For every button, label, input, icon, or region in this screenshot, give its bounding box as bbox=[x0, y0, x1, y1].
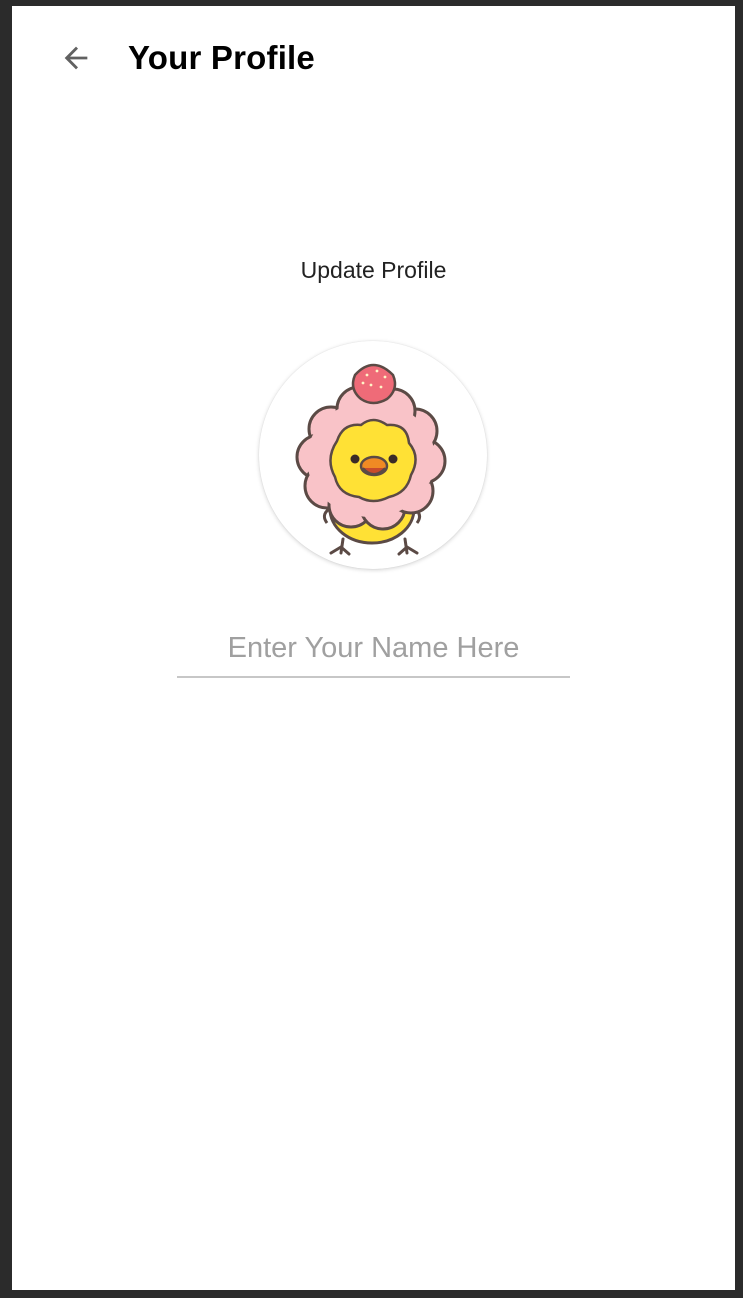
name-input[interactable] bbox=[177, 620, 570, 678]
back-button[interactable] bbox=[52, 34, 100, 82]
page-title: Your Profile bbox=[128, 39, 315, 76]
chick-strawberry-avatar-icon bbox=[295, 363, 447, 556]
app-bar: Your Profile bbox=[12, 6, 735, 106]
avatar[interactable] bbox=[259, 341, 487, 569]
arrow-left-icon bbox=[64, 46, 88, 70]
update-profile-heading: Update Profile bbox=[300, 257, 447, 283]
device-frame: Your Profile Update Profile bbox=[0, 0, 743, 1298]
profile-screen: Your Profile Update Profile bbox=[12, 6, 735, 1290]
